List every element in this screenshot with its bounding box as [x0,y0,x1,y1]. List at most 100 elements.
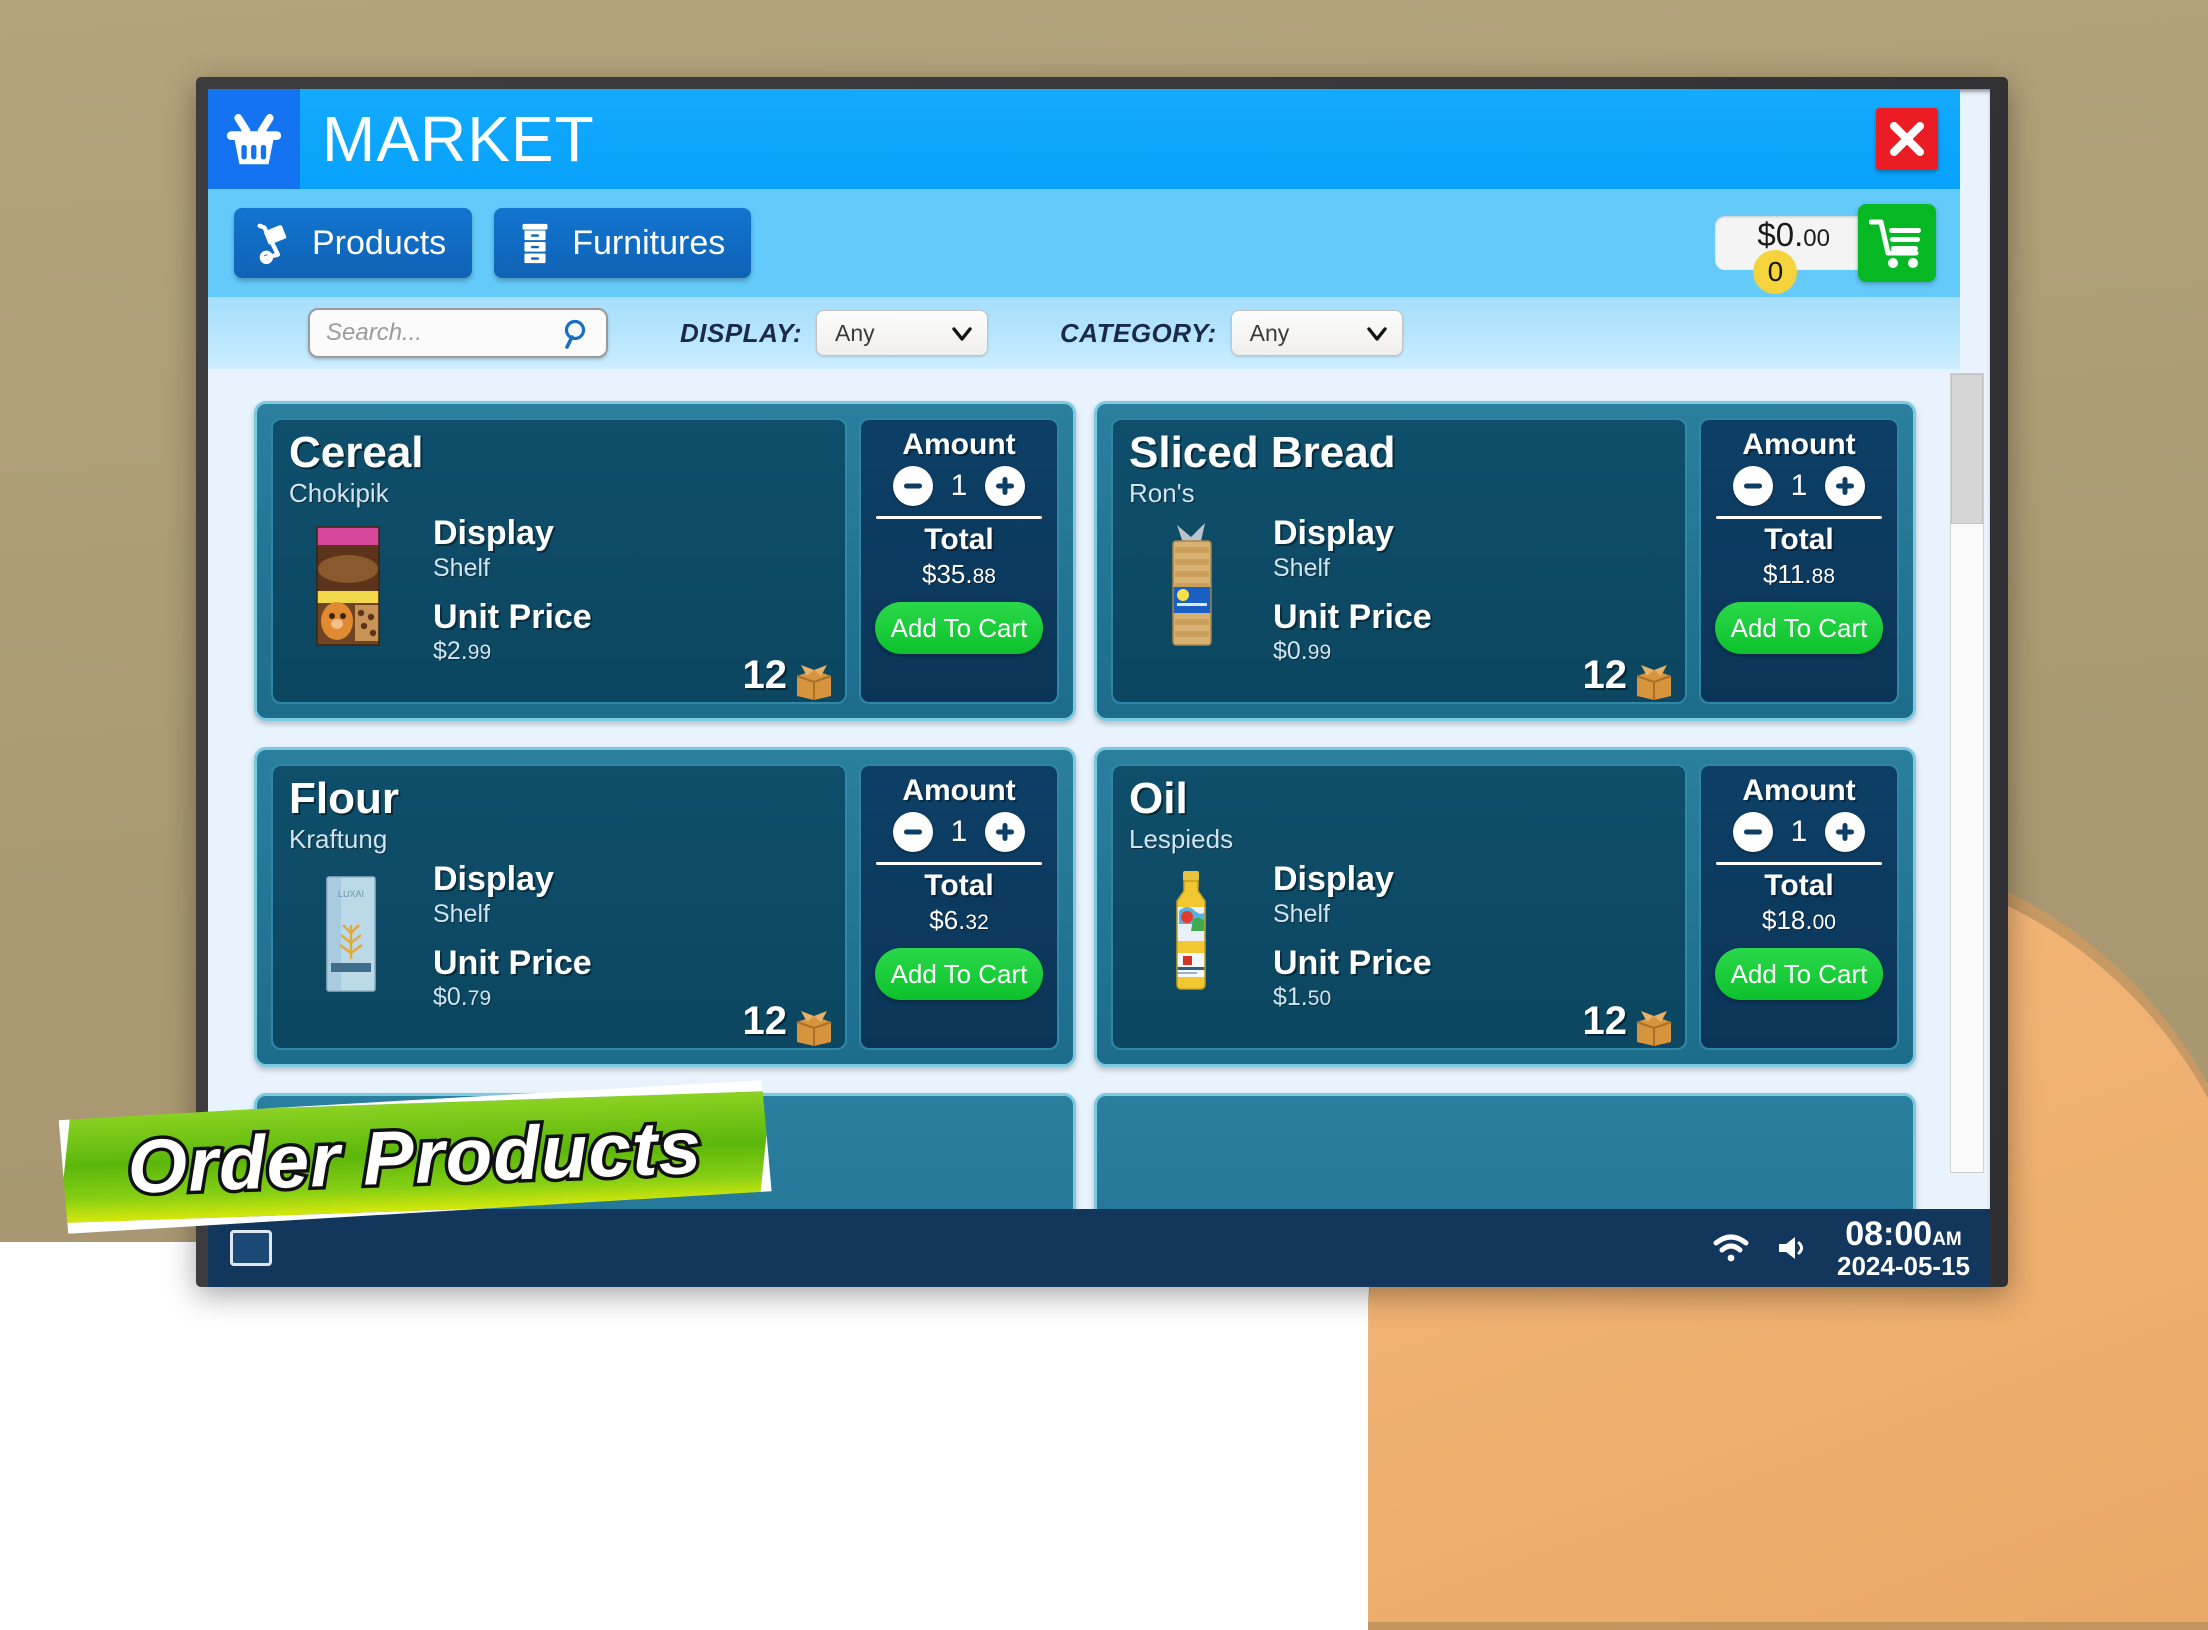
display-filter-label: DISPLAY: [680,318,802,349]
chevron-down-icon [1366,324,1388,344]
display-filter-value: Any [835,320,875,347]
category-filter-select[interactable]: Any [1231,310,1403,356]
divider [876,862,1042,865]
product-card[interactable]: Cereal Chokipik [254,401,1076,721]
display-label: Display [1273,515,1432,552]
product-specs: Display Shelf Unit Price $0.79 [433,861,592,1012]
tab-furnitures[interactable]: Furnitures [494,208,751,278]
product-card-controls: Amount 1 Total [859,418,1059,704]
product-name: Flour [289,776,829,822]
amount-stepper: 1 [893,466,1025,506]
total-label: Total [924,523,993,557]
product-total-value: $35.88 [922,559,996,590]
amount-label: Amount [902,428,1015,462]
product-list-region: Cereal Chokipik [208,369,1960,1209]
cart-total-dollars: $0. [1757,216,1803,254]
product-card[interactable]: Sliced Bread Ron's [1094,401,1916,721]
amount-label: Amount [902,774,1015,808]
vertical-scrollbar[interactable] [1950,373,1984,1173]
unit-price-label: Unit Price [433,599,592,636]
search-box[interactable] [308,308,608,358]
product-unit-price: $2.99 [433,637,592,666]
product-unit-price: $0.99 [1273,637,1432,666]
product-brand: Lespieds [1129,824,1669,855]
plus-circle-icon [992,819,1018,845]
cardboard-box-icon [793,662,835,700]
cardboard-box-icon [1633,662,1675,700]
add-to-cart-button[interactable]: Add To Cart [1715,948,1883,1000]
minus-circle-icon [1740,473,1766,499]
total-label: Total [1764,869,1833,903]
tab-furnitures-label: Furnitures [572,224,725,263]
os-taskbar: 08:00AM 2024-05-15 [208,1209,1990,1287]
oil-bottle-thumb [1143,867,1239,997]
product-card[interactable]: Flour Kraftung LUXAI [254,747,1076,1067]
increase-amount-button[interactable] [985,466,1025,506]
amount-stepper: 1 [893,812,1025,852]
increase-amount-button[interactable] [1825,812,1865,852]
product-display-value: Shelf [1273,900,1432,929]
amount-value: 1 [1785,469,1813,503]
total-label: Total [1764,523,1833,557]
product-name: Cereal [289,430,829,476]
plus-circle-icon [1832,473,1858,499]
clock-time: 08:00 [1845,1215,1932,1253]
wifi-icon[interactable] [1713,1233,1749,1263]
product-card-body: Sliced Bread Ron's [1111,418,1687,704]
flour-box-thumb: LUXAI [303,867,399,997]
display-filter-group: DISPLAY: Any [680,310,988,356]
shopping-cart-icon [1869,217,1925,269]
filter-toolbar: DISPLAY: Any CATEGORY: Any [208,297,1960,369]
app-tabbar: Products Furnitures [208,189,1960,297]
decrease-amount-button[interactable] [1733,812,1773,852]
clock-date: 2024-05-15 [1837,1253,1970,1279]
add-to-cart-button[interactable]: Add To Cart [875,948,1043,1000]
divider [1716,516,1882,519]
market-app-window: MARKET Products [208,89,1960,1209]
display-filter-select[interactable]: Any [816,310,988,356]
cardboard-box-icon [793,1008,835,1046]
add-to-cart-button[interactable]: Add To Cart [875,602,1043,654]
amount-label: Amount [1742,428,1855,462]
divider [1716,862,1882,865]
app-logo [208,89,300,189]
amount-value: 1 [1785,815,1813,849]
product-display-value: Shelf [1273,554,1432,583]
banner-label: Order Products [126,1104,703,1210]
product-stock-count: 12 [1583,653,1628,698]
cardboard-box-icon [1633,1008,1675,1046]
system-tray: 08:00AM 2024-05-15 [1713,1217,1970,1279]
close-button[interactable] [1876,108,1938,170]
tab-products[interactable]: Products [234,208,472,278]
product-name: Oil [1129,776,1669,822]
product-unit-price: $1.50 [1273,983,1432,1012]
minus-circle-icon [1740,819,1766,845]
search-input[interactable] [326,319,546,347]
amount-stepper: 1 [1733,812,1865,852]
amount-label: Amount [1742,774,1855,808]
clock[interactable]: 08:00AM 2024-05-15 [1837,1217,1970,1279]
product-total-value: $18.00 [1762,905,1836,936]
bread-loaf-thumb [1143,521,1239,651]
decrease-amount-button[interactable] [893,812,933,852]
magnifier-icon[interactable] [560,317,594,351]
window-icon[interactable] [230,1230,272,1266]
product-total-value: $6.32 [929,905,989,936]
product-card[interactable]: Oil Lespieds [1094,747,1916,1067]
category-filter-label: CATEGORY: [1060,318,1217,349]
increase-amount-button[interactable] [1825,466,1865,506]
product-card-body: Flour Kraftung LUXAI [271,764,847,1050]
decrease-amount-button[interactable] [1733,466,1773,506]
decrease-amount-button[interactable] [893,466,933,506]
increase-amount-button[interactable] [985,812,1025,852]
scrollbar-thumb[interactable] [1951,374,1983,524]
product-card[interactable] [1094,1093,1916,1209]
add-to-cart-button[interactable]: Add To Cart [1715,602,1883,654]
speaker-icon[interactable] [1775,1233,1811,1263]
open-cart-button[interactable] [1858,204,1936,282]
page-title: MARKET [322,107,595,171]
file-cabinet-icon [512,220,558,266]
product-specs: Display Shelf Unit Price $2.99 [433,515,592,666]
minus-circle-icon [900,819,926,845]
cart-item-count-badge: 0 [1753,250,1797,294]
